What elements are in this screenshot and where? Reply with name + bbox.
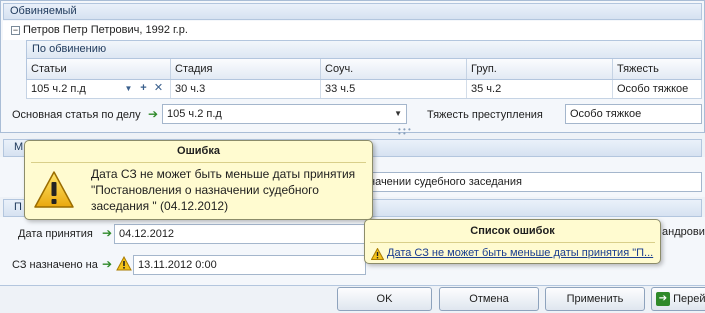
- person-row[interactable]: − Петров Петр Петрович, 1992 г.р.: [3, 21, 702, 40]
- ok-button[interactable]: OK: [337, 287, 432, 311]
- main-article-combo[interactable]: 105 ч.2 п.д ▼: [162, 104, 407, 124]
- error-list-popup: Список ошибок Дата СЗ не может быть мень…: [364, 219, 661, 264]
- article-value: 105 ч.2 п.д: [31, 83, 86, 95]
- warning-icon: [34, 171, 74, 208]
- cell-article[interactable]: 105 ч.2 п.д ▼ + ✕: [27, 80, 171, 98]
- cell-severity[interactable]: Особо тяжкое: [613, 80, 703, 98]
- cancel-button[interactable]: Отмена: [439, 287, 539, 311]
- arrow-right-icon: ➔: [148, 107, 159, 121]
- error-list-title: Список ошибок: [470, 225, 555, 237]
- severity-field[interactable]: Особо тяжкое: [565, 104, 702, 124]
- hearing-date-label: СЗ назначено на: [12, 259, 98, 271]
- arrow-right-icon: ➔: [102, 226, 113, 240]
- main-article-label: Основная статья по делу: [12, 109, 141, 121]
- cutoff-text: андрови: [662, 226, 705, 238]
- column-header-severity[interactable]: Тяжесть: [613, 59, 703, 79]
- charges-grid-header: Статьи Стадия Соуч. Груп. Тяжесть: [26, 59, 702, 80]
- chevron-down-icon[interactable]: ▼: [122, 82, 135, 95]
- cell-stage[interactable]: 30 ч.3: [171, 80, 321, 98]
- go-next-icon: ➔: [656, 292, 670, 307]
- column-header-articles[interactable]: Статьи: [27, 59, 171, 79]
- cell-group[interactable]: 35 ч.2: [467, 80, 613, 98]
- warning-icon[interactable]: [116, 256, 132, 271]
- column-header-complicity[interactable]: Соуч.: [321, 59, 467, 79]
- splitter-handle[interactable]: • • • • •: [398, 126, 412, 138]
- add-icon[interactable]: +: [137, 82, 150, 95]
- chevron-down-icon[interactable]: ▼: [394, 105, 402, 123]
- accused-section-header: Обвиняемый: [3, 3, 702, 20]
- arrow-right-icon: ➔: [102, 257, 113, 271]
- accept-date-label: Дата принятия: [18, 228, 93, 240]
- accept-date-field[interactable]: 04.12.2012: [114, 224, 366, 244]
- next-button-label: Перей: [673, 293, 705, 305]
- divider: [370, 242, 655, 243]
- cell-complicity[interactable]: 33 ч.5: [321, 80, 467, 98]
- divider: [31, 162, 366, 163]
- next-button[interactable]: ➔ Перей: [651, 287, 705, 311]
- apply-button[interactable]: Применить: [545, 287, 645, 311]
- ruling-text-field[interactable]: начении судебного заседания: [364, 172, 702, 192]
- error-tooltip: Ошибка Дата СЗ не может быть меньше даты…: [24, 140, 373, 220]
- error-tooltip-title: Ошибка: [177, 145, 220, 157]
- main-article-value: 105 ч.2 п.д: [167, 108, 222, 120]
- person-name: Петров Петр Петрович, 1992 г.р.: [23, 24, 188, 36]
- table-row[interactable]: 105 ч.2 п.д ▼ + ✕ 30 ч.3 33 ч.5 35 ч.2 О…: [26, 80, 702, 99]
- hearing-date-field[interactable]: 13.11.2012 0:00: [133, 255, 366, 275]
- column-header-stage[interactable]: Стадия: [171, 59, 321, 79]
- charge-group-header: По обвинению: [26, 40, 702, 59]
- clear-icon[interactable]: ✕: [152, 82, 165, 95]
- error-list-item[interactable]: Дата СЗ не может быть меньше даты принят…: [387, 247, 653, 259]
- column-header-group[interactable]: Груп.: [467, 59, 613, 79]
- error-tooltip-message: Дата СЗ не может быть меньше даты принят…: [91, 167, 356, 213]
- severity-label: Тяжесть преступления: [427, 109, 543, 121]
- collapse-icon[interactable]: −: [11, 25, 20, 35]
- warning-icon: [371, 248, 384, 260]
